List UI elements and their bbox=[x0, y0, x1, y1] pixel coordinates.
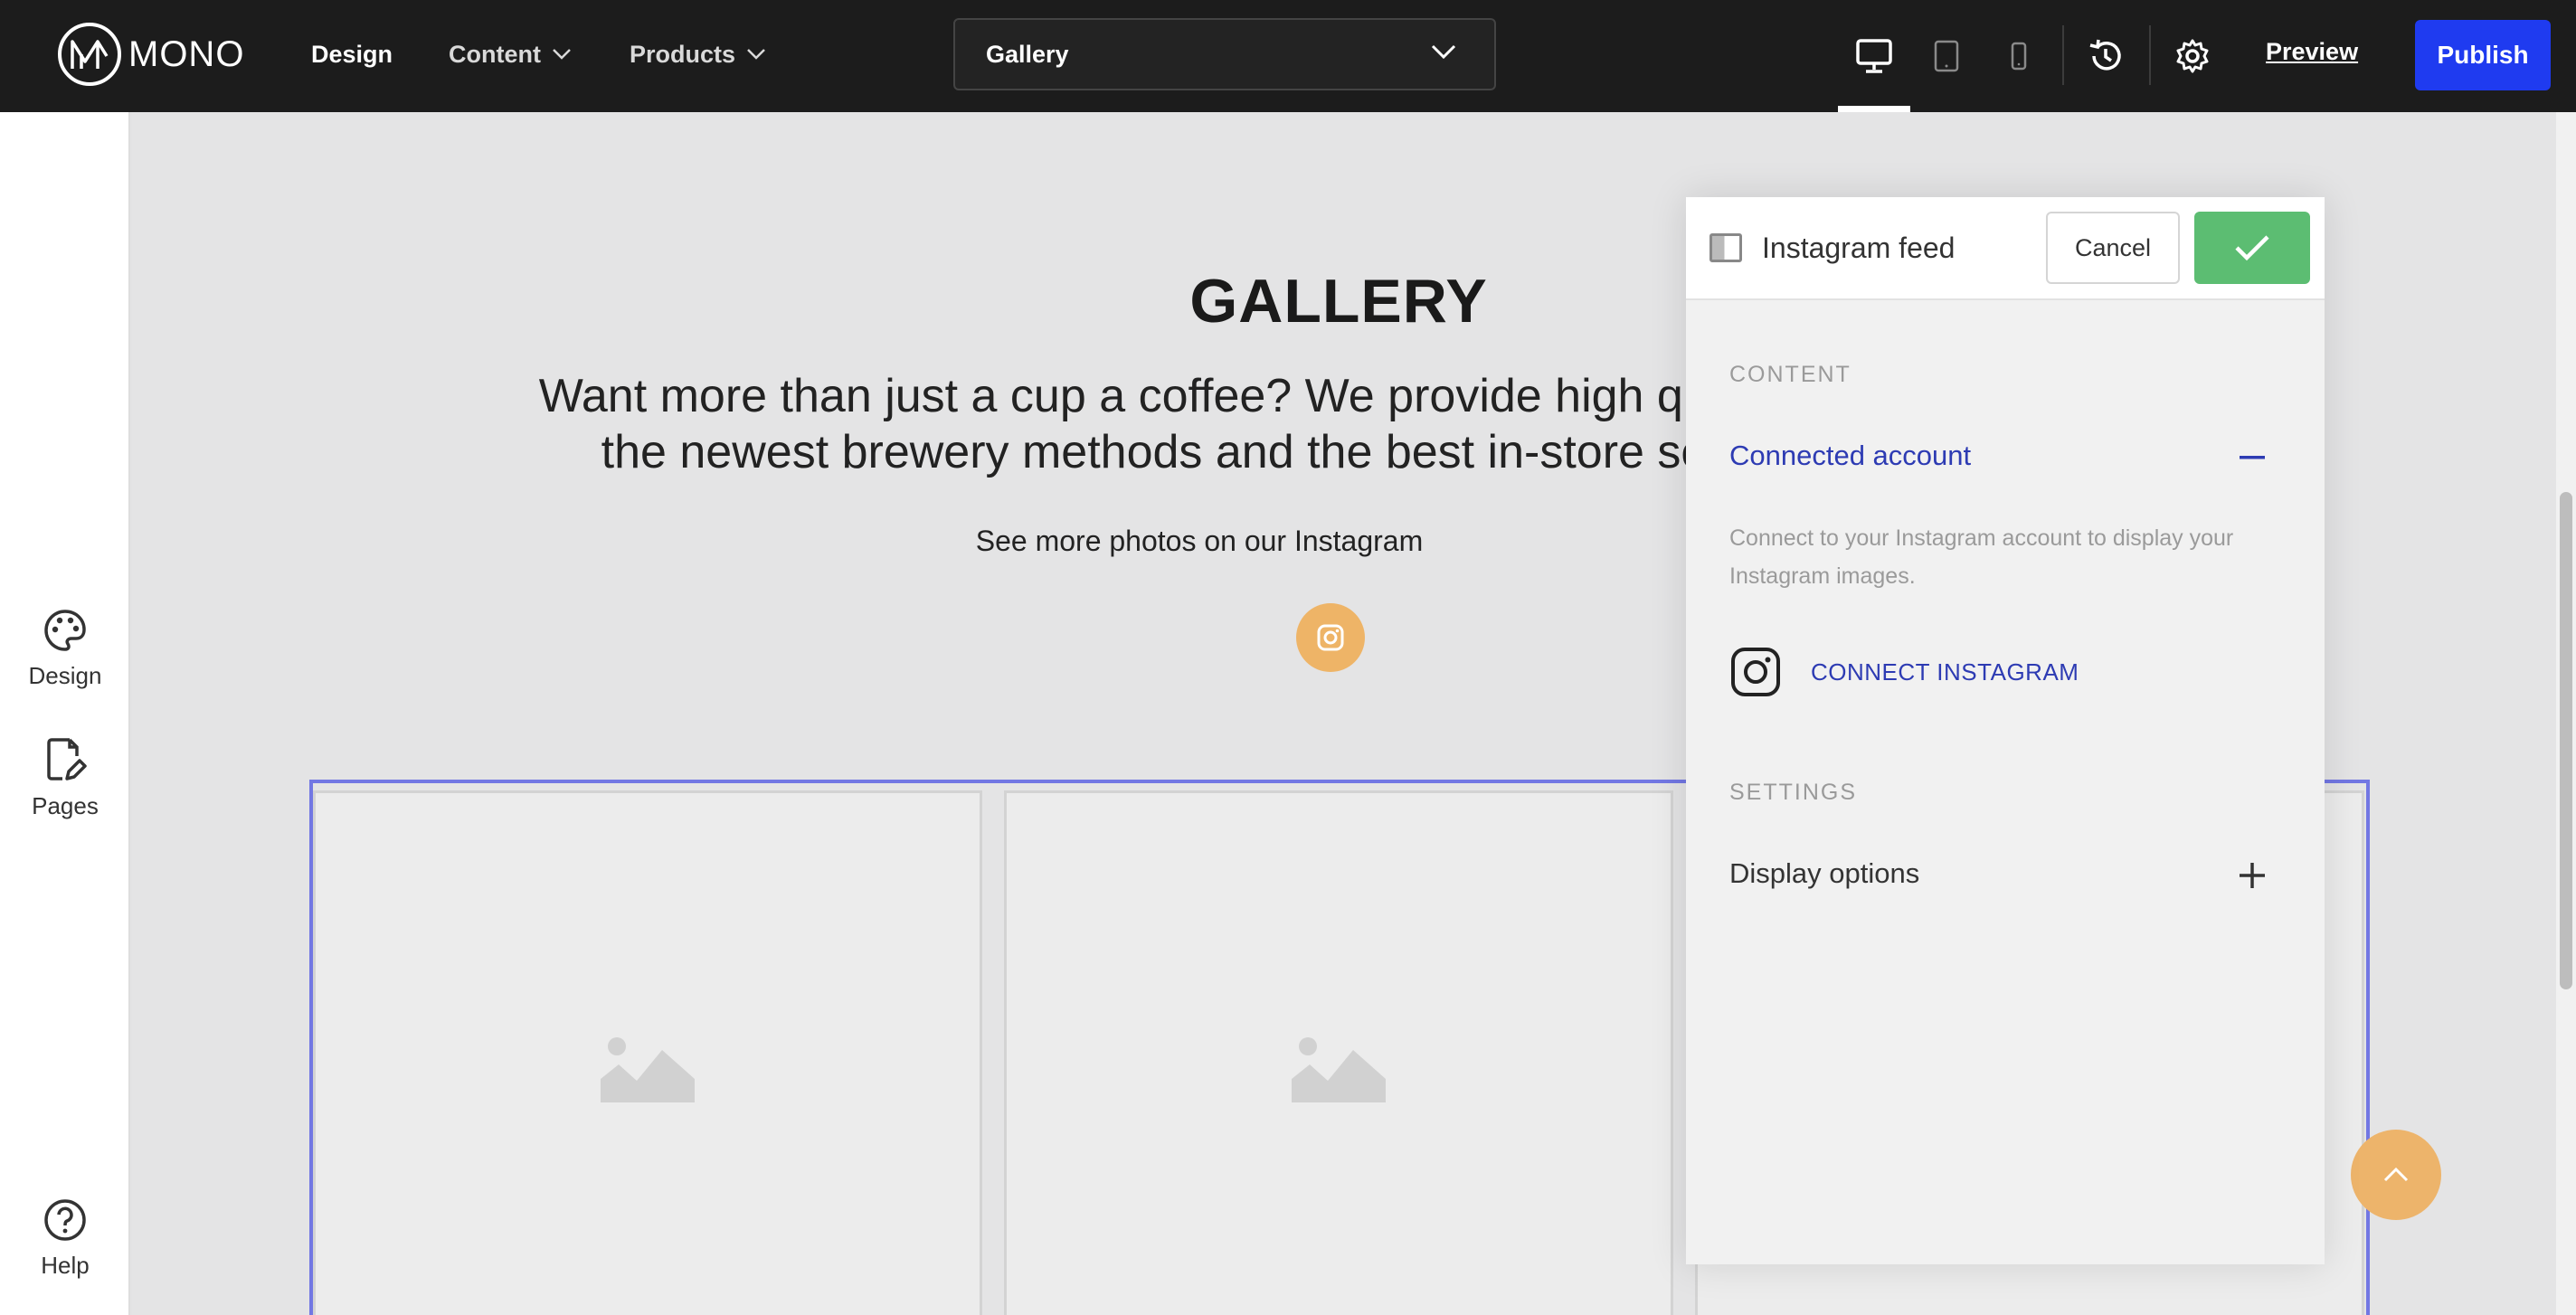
instagram-icon bbox=[1731, 648, 1780, 696]
mobile-view-button[interactable] bbox=[1992, 27, 2046, 85]
palette-icon bbox=[44, 610, 86, 651]
checkmark-icon bbox=[2235, 235, 2269, 261]
connected-account-title[interactable]: Connected account bbox=[1729, 440, 1971, 472]
nav-content[interactable]: Content bbox=[449, 36, 572, 72]
panel-header: Instagram feed Cancel bbox=[1686, 197, 2325, 300]
settings-section-label: SETTINGS bbox=[1729, 780, 1858, 805]
page-select[interactable]: Gallery bbox=[953, 18, 1496, 90]
desktop-icon bbox=[1856, 39, 1892, 73]
nav-design-label: Design bbox=[311, 40, 393, 68]
top-toolbar: MONO Design Content Products Gallery Pre… bbox=[0, 0, 2576, 112]
history-icon bbox=[2089, 39, 2121, 71]
instagram-more-text[interactable]: See more photos on our Instagram bbox=[928, 525, 1471, 558]
scroll-to-top-button[interactable] bbox=[2351, 1130, 2441, 1220]
logo-text: MONO bbox=[128, 33, 245, 74]
panel-layout-icon bbox=[1709, 233, 1742, 262]
connected-account-description: Connect to your Instagram account to dis… bbox=[1729, 525, 2234, 589]
desktop-view-button[interactable] bbox=[1847, 27, 1901, 85]
confirm-button[interactable] bbox=[2194, 212, 2310, 284]
page-select-value: Gallery bbox=[986, 40, 1069, 68]
instagram-feed-panel: Instagram feed Cancel CONTENT Connected … bbox=[1686, 197, 2325, 1264]
logo-mark-icon bbox=[58, 23, 121, 86]
help-icon bbox=[44, 1199, 86, 1241]
sidebar-item-pages-label: Pages bbox=[32, 792, 99, 819]
gear-icon bbox=[2176, 39, 2209, 73]
chevron-up-icon bbox=[2383, 1167, 2409, 1182]
sidebar-item-design[interactable]: Design bbox=[0, 608, 130, 690]
image-placeholder-icon bbox=[601, 1036, 695, 1102]
image-placeholder-tile[interactable] bbox=[313, 790, 982, 1315]
plus-icon bbox=[2240, 863, 2265, 888]
connect-instagram-label: CONNECT INSTAGRAM bbox=[1811, 658, 2079, 686]
gallery-subtitle-line-1: Want more than just a cup a coffee? We p… bbox=[538, 370, 1770, 422]
history-button[interactable] bbox=[2079, 27, 2133, 85]
gallery-title[interactable]: GALLERY bbox=[1067, 266, 1610, 336]
publish-button[interactable]: Publish bbox=[2415, 20, 2551, 90]
left-sidebar: Design Pages Help bbox=[0, 112, 130, 1315]
publish-label: Publish bbox=[2437, 41, 2529, 69]
image-placeholder-icon bbox=[1292, 1036, 1386, 1102]
mobile-icon bbox=[2011, 42, 2027, 71]
display-options-title[interactable]: Display options bbox=[1729, 857, 1919, 890]
image-placeholder-tile[interactable] bbox=[1004, 790, 1673, 1315]
scrollbar-thumb[interactable] bbox=[2560, 492, 2572, 989]
cancel-label: Cancel bbox=[2074, 233, 2152, 261]
chevron-down-icon bbox=[1431, 44, 1456, 60]
help-button[interactable]: Help bbox=[0, 1197, 130, 1280]
nav-products-label: Products bbox=[630, 40, 736, 68]
panel-title: Instagram feed bbox=[1762, 232, 1956, 264]
vertical-scrollbar[interactable] bbox=[2556, 112, 2576, 1315]
gallery-subtitle[interactable]: Want more than just a cup a coffee? We p… bbox=[421, 368, 1887, 480]
nav-design[interactable]: Design bbox=[311, 36, 393, 72]
toolbar-divider bbox=[2062, 25, 2064, 85]
tablet-view-button[interactable] bbox=[1919, 27, 1974, 85]
instagram-link-button[interactable] bbox=[1296, 603, 1365, 672]
cancel-button[interactable]: Cancel bbox=[2046, 212, 2180, 284]
minus-icon bbox=[2240, 456, 2265, 459]
chevron-down-icon bbox=[747, 49, 765, 60]
toolbar-divider bbox=[2149, 25, 2151, 85]
help-label: Help bbox=[41, 1252, 90, 1279]
chevron-down-icon bbox=[553, 49, 571, 60]
logo[interactable]: MONO bbox=[58, 22, 244, 87]
sidebar-item-design-label: Design bbox=[28, 662, 102, 689]
page-edit-icon bbox=[47, 738, 87, 780]
connect-instagram-button[interactable]: CONNECT INSTAGRAM bbox=[1729, 646, 2079, 698]
content-section-label: CONTENT bbox=[1729, 362, 1852, 387]
settings-button[interactable] bbox=[2165, 27, 2220, 85]
sidebar-item-pages[interactable]: Pages bbox=[0, 736, 130, 820]
active-device-indicator bbox=[1838, 106, 1910, 112]
collapse-button[interactable] bbox=[2234, 440, 2270, 476]
nav-products[interactable]: Products bbox=[630, 36, 766, 72]
preview-link[interactable]: Preview bbox=[2266, 38, 2358, 66]
expand-button[interactable] bbox=[2234, 857, 2270, 894]
instagram-icon bbox=[1317, 624, 1344, 651]
tablet-icon bbox=[1934, 40, 1959, 72]
gallery-subtitle-line-2: the newest brewery methods and the best … bbox=[601, 426, 1708, 478]
nav-content-label: Content bbox=[449, 40, 541, 68]
